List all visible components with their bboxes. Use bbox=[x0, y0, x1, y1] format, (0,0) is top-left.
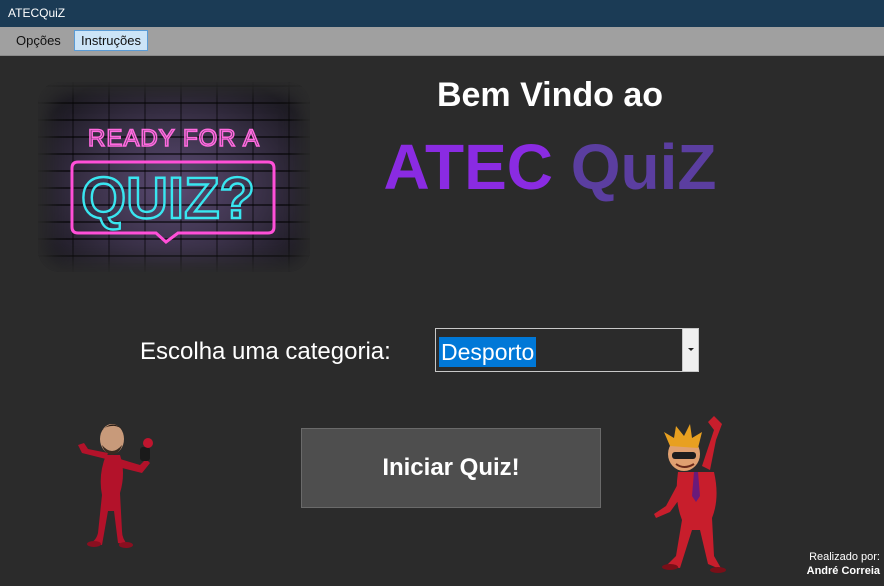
credit-author: André Correia bbox=[806, 565, 880, 577]
category-selected-value: Desporto bbox=[439, 337, 537, 367]
category-select[interactable]: Desporto bbox=[435, 328, 699, 372]
banner-line1: READY FOR A bbox=[88, 125, 260, 152]
start-quiz-button[interactable]: Iniciar Quiz! bbox=[301, 428, 601, 508]
ready-for-quiz-banner: READY FOR A QUIZ? bbox=[38, 82, 310, 272]
menu-item-opcoes[interactable]: Opções bbox=[10, 30, 67, 51]
category-label: Escolha uma categoria: bbox=[140, 338, 391, 365]
banner-line2: QUIZ? bbox=[81, 166, 255, 231]
menu-bar: Opções Instruções bbox=[0, 27, 884, 56]
credit-block: Realizado por: André Correia bbox=[807, 550, 880, 578]
brand-part-quiz: QuiZ bbox=[570, 131, 717, 203]
window-title: ATECQuiZ bbox=[8, 6, 66, 20]
menu-item-instrucoes[interactable]: Instruções bbox=[74, 30, 148, 51]
brand-part-atec: ATEC bbox=[383, 131, 553, 203]
welcome-text: Bem Vindo ao bbox=[436, 76, 664, 114]
window-titlebar: ATECQuiZ bbox=[0, 0, 884, 27]
presenter-character-right bbox=[648, 410, 748, 580]
app-brand-title: ATEC QuiZ bbox=[360, 130, 740, 204]
credit-prefix: Realizado por: bbox=[809, 551, 880, 563]
dropdown-arrow-icon[interactable] bbox=[682, 329, 698, 371]
presenter-character-left bbox=[68, 415, 168, 555]
